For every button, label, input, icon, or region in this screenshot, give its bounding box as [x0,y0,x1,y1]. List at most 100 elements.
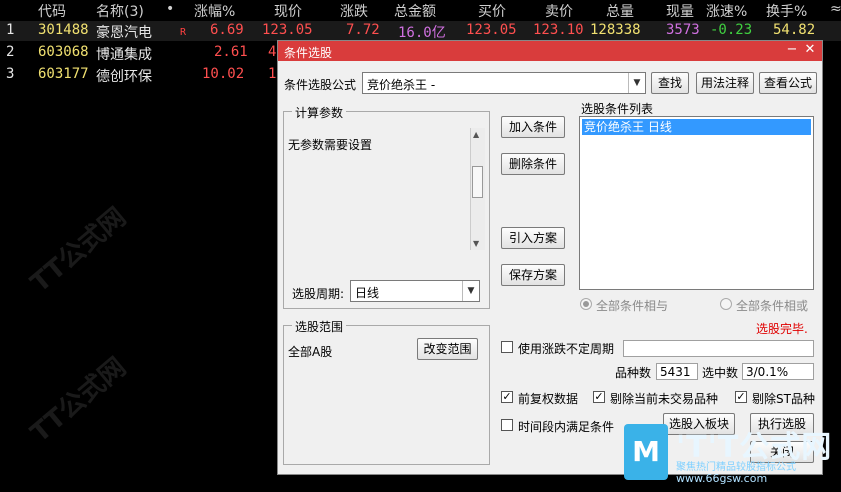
calc-params-title: 计算参数 [292,104,347,121]
stock-pct: 6.69 [210,22,244,38]
col-amount[interactable]: 总金额 [394,1,436,21]
selected-field: 3/0.1% [742,363,814,380]
brand-url: www.66gsw.com [676,472,768,485]
save-scheme-button[interactable]: 保存方案 [501,264,565,286]
selected-value: 3/0.1% [746,365,789,379]
scroll-down-icon[interactable]: ▼ [473,239,479,248]
stock-speed: -0.23 [710,22,753,38]
stock-name: 德创环保 [96,69,152,85]
col-code[interactable]: 代码 [38,1,66,21]
table-header: 代码 名称(3) • 涨幅% 现价 涨跌 总金额 买价 卖价 总量 现量 涨速%… [0,0,841,20]
col-price[interactable]: 现价 [274,1,302,21]
add-condition-button[interactable]: 加入条件 [501,116,565,138]
count-field: 5431 [656,363,698,380]
radio-and-label: 全部条件相与 [596,299,669,313]
scroll-thumb[interactable] [472,166,483,198]
uncertain-period-field[interactable] [623,340,814,357]
radio-and[interactable] [580,298,592,310]
range-group: 选股范围 全部A股 改变范围 [283,318,490,465]
stock-code: 603177 [38,66,89,82]
col-volume[interactable]: 总量 [606,1,634,21]
exclude-untraded-checkbox[interactable]: ✓ [593,391,605,403]
col-pct[interactable]: 涨幅% [194,1,235,21]
condition-list[interactable]: 竞价绝杀王 日线 [579,116,814,290]
time-range-checkbox[interactable] [501,419,513,431]
condition-item[interactable]: 竞价绝杀王 日线 [582,119,811,135]
count-value: 5431 [660,365,691,379]
period-label: 选股周期: [292,287,345,301]
time-range-label: 时间段内满足条件 [518,420,615,434]
stock-change: 7.72 [346,22,380,38]
brand-slogan: 聚焦热门精品较股指标公式 [676,462,796,473]
range-title: 选股范围 [292,318,347,335]
scroll-up-icon[interactable]: ▲ [473,130,479,139]
radio-or-label: 全部条件相或 [736,299,809,313]
col-ask[interactable]: 卖价 [545,1,573,21]
formula-value: 竞价绝杀王 - [367,78,436,92]
change-range-button[interactable]: 改变范围 [417,338,478,360]
col-turnover[interactable]: 换手% [766,1,807,21]
period-select[interactable]: 日线 ▼ [350,280,480,302]
exclude-untraded-label: 剔除当前未交易品种 [610,392,719,406]
usage-notes-button[interactable]: 用法注释 [696,72,754,94]
calc-params-group: 计算参数 无参数需要设置 ▲ ▼ 选股周期: 日线 ▼ [283,104,490,309]
col-name[interactable]: 名称(3) [96,1,144,21]
row-index: 2 [6,44,15,60]
col-cur-volume[interactable]: 现量 [666,1,694,21]
radio-or[interactable] [720,298,732,310]
selected-label: 选中数 [702,366,739,380]
brand-badge: M 'T'T公式网 聚焦热门精品较股指标公式 www.66gsw.com [624,420,841,492]
stock-pct: 10.02 [202,66,245,82]
forward-adjust-label: 前复权数据 [518,392,579,406]
col-speed[interactable]: 涨速% [706,1,747,21]
stock-volume: 128338 [590,22,641,38]
forward-adjust-checkbox[interactable]: ✓ [501,391,513,403]
close-icon[interactable]: ✕ [802,42,818,58]
stock-price: 1 [268,66,277,82]
exclude-st-label: 剔除ST品种 [752,392,815,406]
chevron-down-icon[interactable]: ▼ [628,73,645,93]
stock-price: 4 [268,44,277,60]
table-row[interactable]: 1 301488 豪恩汽电 R 6.69 123.05 7.72 16.0亿 1… [0,21,841,41]
col-change[interactable]: 涨跌 [340,1,368,21]
dialog-titlebar[interactable]: 条件选股 − ✕ [278,41,822,61]
col-bid[interactable]: 买价 [478,1,506,21]
import-scheme-button[interactable]: 引入方案 [501,227,565,249]
minimize-icon[interactable]: − [784,42,800,58]
condition-select-dialog: 条件选股 − ✕ 条件选股公式 竞价绝杀王 - ▼ 查找 用法注释 查看公式 计… [277,40,823,475]
brand-logo-icon: M [624,424,668,480]
uncertain-period-label: 使用涨跌不定周期 [518,342,615,356]
stock-bid: 123.05 [466,22,517,38]
formula-label: 条件选股公式 [284,78,357,92]
uncertain-period-checkbox[interactable] [501,341,513,353]
col-dot: • [166,1,175,17]
stock-cur-volume: 3573 [666,22,700,38]
delete-condition-button[interactable]: 删除条件 [501,153,565,175]
condition-list-label: 选股条件列表 [581,102,654,116]
stock-turnover: 54.82 [773,22,816,38]
range-value: 全部A股 [288,345,333,359]
row-index: 1 [6,22,15,38]
stock-pct: 2.61 [214,44,248,60]
find-button[interactable]: 查找 [651,72,689,94]
stock-name: 豪恩汽电 [96,25,152,41]
stock-code: 603068 [38,44,89,60]
dialog-title: 条件选股 [284,46,333,60]
stock-price: 123.05 [262,22,313,38]
stock-ask: 123.10 [533,22,584,38]
row-index: 3 [6,66,15,82]
view-formula-button[interactable]: 查看公式 [759,72,817,94]
exclude-st-checkbox[interactable]: ✓ [735,391,747,403]
params-scrollbar[interactable]: ▲ ▼ [470,128,485,250]
formula-select[interactable]: 竞价绝杀王 - ▼ [362,72,646,94]
count-label: 品种数 [615,366,652,380]
margin-flag: R [180,27,187,38]
stock-amount: 16.0亿 [398,25,446,41]
period-value: 日线 [355,286,380,300]
col-more: ≈ [830,1,841,17]
chevron-down-icon[interactable]: ▼ [462,281,479,301]
stock-name: 博通集成 [96,47,152,63]
stock-code: 301488 [38,22,89,38]
no-params-text: 无参数需要设置 [288,138,373,152]
status-text: 选股完毕. [756,322,808,336]
